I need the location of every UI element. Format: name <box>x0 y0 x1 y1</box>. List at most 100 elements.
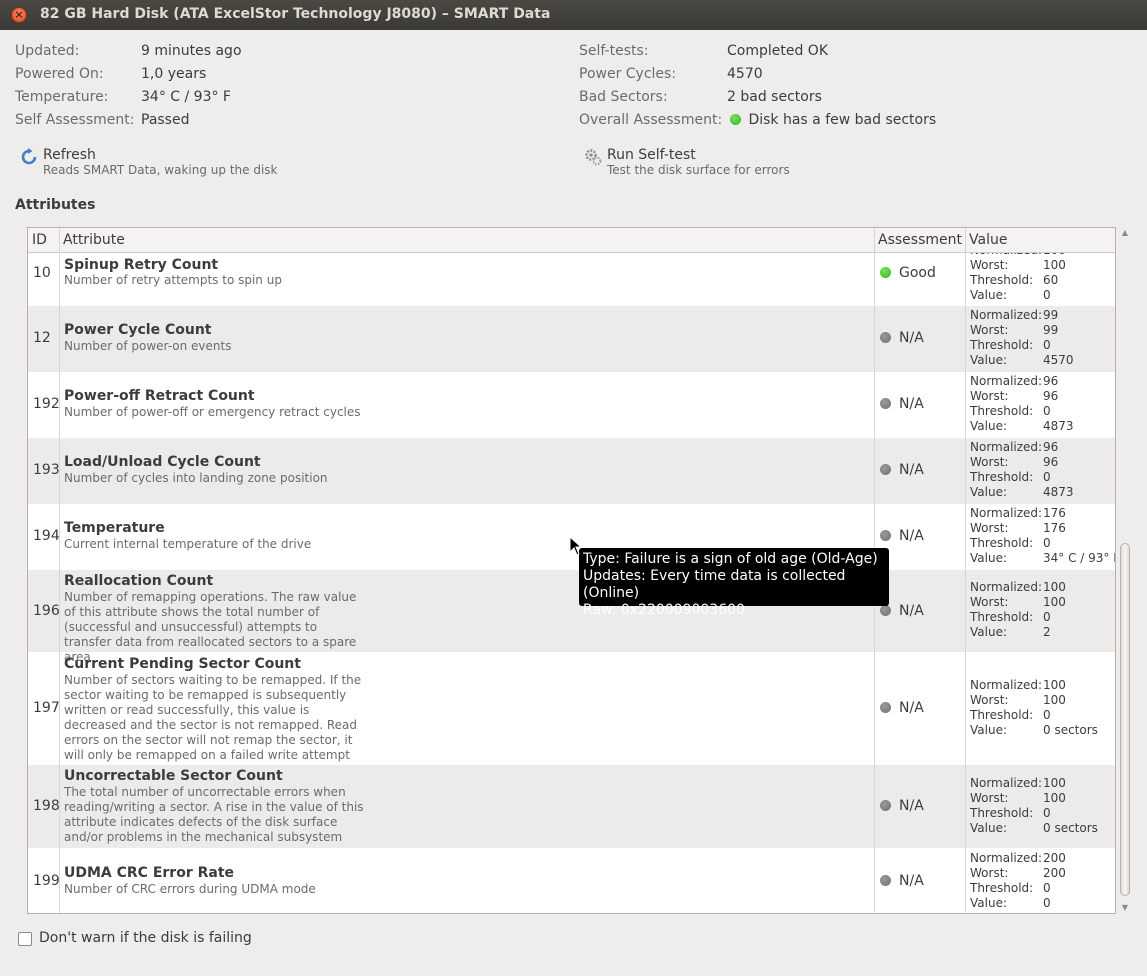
threshold-key: Threshold: <box>970 404 1034 418</box>
attribute-id: 197 <box>33 700 60 716</box>
value-value: 0 sectors <box>1043 821 1098 835</box>
attribute-description: Number of CRC errors during UDMA mode <box>64 882 316 896</box>
dont-warn-checkbox[interactable] <box>18 932 32 946</box>
attribute-id: 194 <box>33 528 60 544</box>
scroll-thumb[interactable] <box>1120 543 1130 896</box>
normalized-value: 176 <box>1043 506 1066 520</box>
worst-value: 100 <box>1043 595 1066 609</box>
normalized-value: 96 <box>1043 440 1059 454</box>
assessment-cell: N/A <box>880 396 924 412</box>
overall-assessment-label: Overall Assessment: <box>579 112 723 128</box>
bad-sectors-value: 2 bad sectors <box>727 89 822 105</box>
table-row[interactable]: 199 UDMA CRC Error Rate Number of CRC er… <box>28 848 1115 913</box>
power-cycles-value: 4570 <box>727 66 763 82</box>
table-row[interactable]: 198 Uncorrectable Sector Count The total… <box>28 765 1115 848</box>
assessment-cell: Good <box>880 265 936 281</box>
attributes-table[interactable]: 10 Spinup Retry Count Number of retry at… <box>27 227 1116 914</box>
dont-warn-checkbox-row[interactable]: Don't warn if the disk is failing <box>18 930 258 950</box>
attribute-name: Load/Unload Cycle Count <box>64 454 261 470</box>
assessment-cell: N/A <box>880 462 924 478</box>
worst-value: 100 <box>1043 693 1066 707</box>
value-cell: Normalized:96 Worst: 96 Threshold: 0 Value… <box>970 440 1074 500</box>
assessment-text: N/A <box>899 798 924 814</box>
value-cell: Normalized:100 Worst: 100 Threshold: 0 Val… <box>970 678 1098 738</box>
self-tests-value: Completed OK <box>727 43 829 59</box>
attribute-id: 196 <box>33 603 60 619</box>
worst-value: 176 <box>1043 521 1066 535</box>
status-gray-icon <box>880 800 891 811</box>
attribute-name: UDMA CRC Error Rate <box>64 865 235 881</box>
assessment-cell: N/A <box>880 798 924 814</box>
mouse-pointer-icon <box>569 536 583 556</box>
value-value: 0 <box>1043 896 1051 910</box>
attribute-id: 10 <box>33 265 51 281</box>
worst-value: 200 <box>1043 866 1066 880</box>
assessment-text: N/A <box>899 330 924 346</box>
tooltip-type: Type: Failure is a sign of old age (Old-… <box>583 551 878 567</box>
worst-key: Worst: <box>970 323 1009 337</box>
normalized-key: Normalized: <box>970 678 1043 692</box>
bad-sectors-label: Bad Sectors: <box>579 89 668 105</box>
worst-key: Worst: <box>970 258 1009 272</box>
normalized-key: Normalized: <box>970 374 1043 388</box>
column-header-id[interactable]: ID <box>32 232 47 248</box>
table-row[interactable]: 197 Current Pending Sector Count Number … <box>28 652 1115 765</box>
attribute-description: Current internal temperature of the driv… <box>64 537 312 551</box>
threshold-value: 0 <box>1043 806 1051 820</box>
threshold-key: Threshold: <box>970 881 1034 895</box>
assessment-text: N/A <box>899 603 924 619</box>
table-scrollbar[interactable]: ▲ ▼ <box>1119 227 1131 914</box>
assessment-text: N/A <box>899 700 924 716</box>
column-header-assessment[interactable]: Assessment <box>878 232 962 248</box>
run-self-test-button[interactable]: Run Self-test Test the disk surface for … <box>584 147 824 181</box>
normalized-key: Normalized: <box>970 776 1043 790</box>
self-assessment-label: Self Assessment: <box>15 112 135 128</box>
value-cell: Normalized:96 Worst: 96 Threshold: 0 Value… <box>970 374 1074 434</box>
normalized-key: Normalized: <box>970 851 1043 865</box>
threshold-value: 0 <box>1043 708 1051 722</box>
self-assessment-value: Passed <box>141 112 190 128</box>
header-divider <box>874 228 875 253</box>
tooltip-updates: Updates: Every time data is collected (O… <box>583 568 846 601</box>
attribute-description: The total number of uncorrectable errors… <box>64 785 364 844</box>
column-header-attribute[interactable]: Attribute <box>63 232 125 248</box>
value-cell: Normalized:176 Worst: 176 Threshold: 0 Val… <box>970 506 1115 566</box>
status-green-icon <box>730 114 741 125</box>
threshold-key: Threshold: <box>970 806 1034 820</box>
value-key: Value: <box>970 896 1007 910</box>
value-key: Value: <box>970 821 1007 835</box>
table-row[interactable]: 193 Load/Unload Cycle Count Number of cy… <box>28 438 1115 504</box>
table-row[interactable]: 12 Power Cycle Count Number of power-on … <box>28 306 1115 372</box>
attribute-name: Uncorrectable Sector Count <box>64 768 283 784</box>
table-row[interactable]: 196 Reallocation Count Number of remappi… <box>28 570 1115 664</box>
refresh-title: Refresh <box>43 147 96 163</box>
attribute-name: Power Cycle Count <box>64 322 212 338</box>
value-value: 0 <box>1043 288 1051 302</box>
scroll-down-icon[interactable]: ▼ <box>1119 902 1131 914</box>
table-row[interactable]: 192 Power-off Retract Count Number of po… <box>28 372 1115 438</box>
tooltip-raw: Raw: 0x220009003600 <box>583 602 745 618</box>
overall-assessment-value: Disk has a few bad sectors <box>730 112 936 128</box>
status-gray-icon <box>880 530 891 541</box>
normalized-value: 100 <box>1043 580 1066 594</box>
threshold-value: 0 <box>1043 470 1051 484</box>
attribute-description: Number of cycles into landing zone posit… <box>64 471 328 485</box>
refresh-button[interactable]: Refresh Reads SMART Data, waking up the … <box>20 147 300 181</box>
assessment-text: N/A <box>899 396 924 412</box>
attribute-id: 198 <box>33 798 60 814</box>
table-row[interactable]: 10 Spinup Retry Count Number of retry at… <box>28 243 1115 306</box>
close-icon[interactable]: × <box>11 7 27 23</box>
value-cell: Normalized:100 Worst: 100 Threshold: 0 Val… <box>970 580 1066 640</box>
column-header-value[interactable]: Value <box>969 232 1007 248</box>
scroll-up-icon[interactable]: ▲ <box>1119 227 1131 239</box>
value-value: 4570 <box>1043 353 1074 367</box>
assessment-cell: N/A <box>880 528 924 544</box>
value-value: 0 sectors <box>1043 723 1098 737</box>
overall-assessment-text: Disk has a few bad sectors <box>748 112 937 128</box>
attribute-tooltip: Type: Failure is a sign of old age (Old-… <box>579 548 889 618</box>
normalized-key: Normalized: <box>970 580 1043 594</box>
value-key: Value: <box>970 288 1007 302</box>
updated-value: 9 minutes ago <box>141 43 242 59</box>
attribute-name: Power-off Retract Count <box>64 388 255 404</box>
dont-warn-label[interactable]: Don't warn if the disk is failing <box>39 930 252 946</box>
